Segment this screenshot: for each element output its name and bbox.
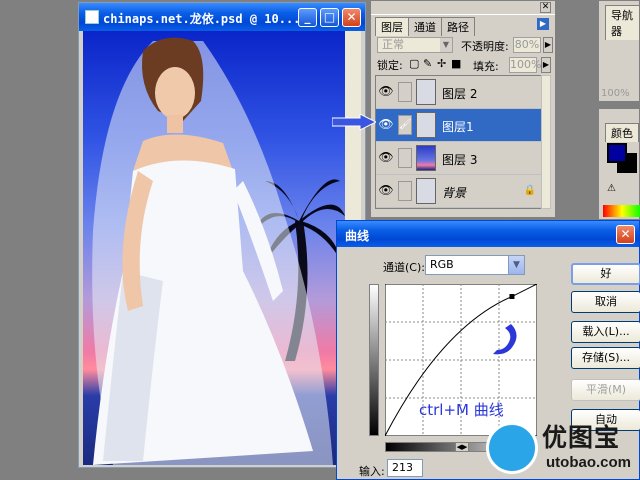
watermark: 优图宝 utobao.com — [486, 418, 640, 480]
palette-menu-icon[interactable]: ▶ — [537, 18, 549, 30]
layer-thumbnail — [416, 178, 436, 204]
tab-layers[interactable]: 图层 — [375, 17, 409, 36]
opacity-input[interactable]: 80% — [513, 37, 541, 53]
curve-control-point[interactable] — [509, 294, 515, 300]
fill-input[interactable]: 100% — [509, 57, 541, 73]
bird-logo-icon — [486, 422, 538, 474]
lock-transparent-icon[interactable]: ▢ — [409, 57, 419, 70]
load-button[interactable]: 载入(L)... — [571, 321, 640, 343]
tab-navigator[interactable]: 导航器 — [605, 5, 640, 40]
pointer-arrow-icon — [332, 114, 376, 130]
color-ramp[interactable] — [603, 205, 640, 217]
close-button[interactable]: ✕ — [342, 8, 361, 27]
document-window: chinaps.net.龙依.psd @ 10... _ □ ✕ — [78, 2, 366, 468]
input-field[interactable]: 213 — [387, 459, 423, 477]
maximize-button[interactable]: □ — [320, 8, 339, 27]
layer-thumbnail — [416, 79, 436, 105]
channel-select[interactable]: RGB ▼ — [425, 255, 525, 275]
chevron-down-icon: ▼ — [508, 256, 524, 274]
eye-icon[interactable]: 👁 — [378, 84, 394, 100]
minimize-button[interactable]: _ — [298, 8, 317, 27]
tab-paths[interactable]: 路径 — [441, 17, 475, 36]
lock-all-icon[interactable]: ■ — [451, 57, 461, 70]
smooth-button[interactable]: 平滑(M) — [571, 379, 640, 401]
lock-move-icon[interactable]: ✢ — [437, 57, 446, 70]
link-slot[interactable] — [398, 148, 412, 168]
document-title: chinaps.net.龙依.psd @ 10... — [103, 12, 301, 26]
blend-mode-value: 正常 — [382, 38, 404, 51]
input-label: 输入: — [359, 465, 385, 478]
layer-thumbnail — [416, 112, 436, 138]
opacity-slider-button[interactable]: ▶ — [543, 37, 553, 53]
curves-titlebar[interactable]: 曲线 ✕ — [337, 221, 639, 247]
eye-icon[interactable]: 👁 — [378, 183, 394, 199]
eye-icon[interactable]: 👁 — [378, 150, 394, 166]
navigator-palette: 导航器 100% — [598, 0, 640, 102]
save-button[interactable]: 存储(S)... — [571, 347, 640, 369]
layer-name: 图层1 — [442, 120, 474, 134]
close-icon[interactable]: ✕ — [540, 2, 551, 13]
document-titlebar[interactable]: chinaps.net.龙依.psd @ 10... _ □ ✕ — [79, 3, 365, 31]
image-canvas[interactable] — [83, 31, 345, 465]
eye-icon[interactable]: 👁 — [378, 117, 394, 133]
layer-name: 背景 — [442, 186, 467, 200]
layer-row-selected[interactable]: 👁 🖌 图层1 — [376, 109, 544, 142]
color-palette: 颜色 ⚠ — [598, 108, 640, 220]
channel-value: RGB — [430, 258, 454, 271]
link-slot[interactable] — [398, 82, 412, 102]
layer-row[interactable]: 👁 图层 3 — [376, 142, 544, 175]
fill-label: 填充: — [473, 60, 499, 73]
navigator-zoom: 100% — [601, 88, 630, 99]
foreground-color-swatch[interactable] — [607, 143, 627, 163]
ok-button[interactable]: 好 — [571, 263, 640, 285]
fill-slider-button[interactable]: ▶ — [541, 57, 551, 73]
lock-paint-icon[interactable]: ✎ — [423, 57, 432, 70]
tab-color[interactable]: 颜色 — [605, 123, 639, 142]
layer-thumbnail — [416, 145, 436, 171]
brush-icon[interactable]: 🖌 — [398, 115, 412, 135]
tab-channels[interactable]: 通道 — [408, 17, 442, 36]
layer-name: 图层 3 — [442, 153, 478, 167]
layers-scrollbar[interactable] — [541, 75, 551, 209]
blend-mode-select[interactable]: 正常 ▼ — [377, 37, 453, 53]
layer-row[interactable]: 👁 图层 2 — [376, 76, 544, 109]
watermark-url: utobao.com — [546, 454, 631, 471]
lock-label: 锁定: — [377, 59, 403, 72]
chevron-down-icon: ▼ — [440, 38, 452, 52]
gradient-toggle-button[interactable]: ◀▶ — [455, 442, 469, 452]
layer-row[interactable]: 👁 背景 🔒 — [376, 175, 544, 208]
layers-palette-header[interactable]: ✕ — [371, 1, 555, 15]
link-slot[interactable] — [398, 181, 412, 201]
curves-annotation: ctrl+M 曲线 — [419, 401, 504, 419]
gamut-warning-icon[interactable]: ⚠ — [607, 183, 616, 194]
channel-label: 通道(C): — [383, 261, 425, 274]
layer-list: 👁 图层 2 👁 🖌 图层1 👁 图层 3 👁 背景 🔒 — [375, 75, 545, 209]
layers-palette: ✕ 图层 通道 路径 ▶ 正常 ▼ 不透明度: 80% ▶ 锁定: ▢ ✎ ✢ ■… — [370, 0, 556, 218]
curves-title: 曲线 — [345, 229, 370, 243]
curves-close-button[interactable]: ✕ — [616, 225, 635, 244]
output-gradient-bar — [369, 284, 379, 436]
cancel-button[interactable]: 取消 — [571, 291, 640, 313]
layer-name: 图层 2 — [442, 87, 478, 101]
bride-photo — [92, 37, 334, 465]
opacity-label: 不透明度: — [461, 40, 509, 53]
photoshop-document-icon — [85, 10, 99, 24]
watermark-brand: 优图宝 — [542, 423, 621, 452]
lock-icon: 🔒 — [523, 185, 536, 196]
